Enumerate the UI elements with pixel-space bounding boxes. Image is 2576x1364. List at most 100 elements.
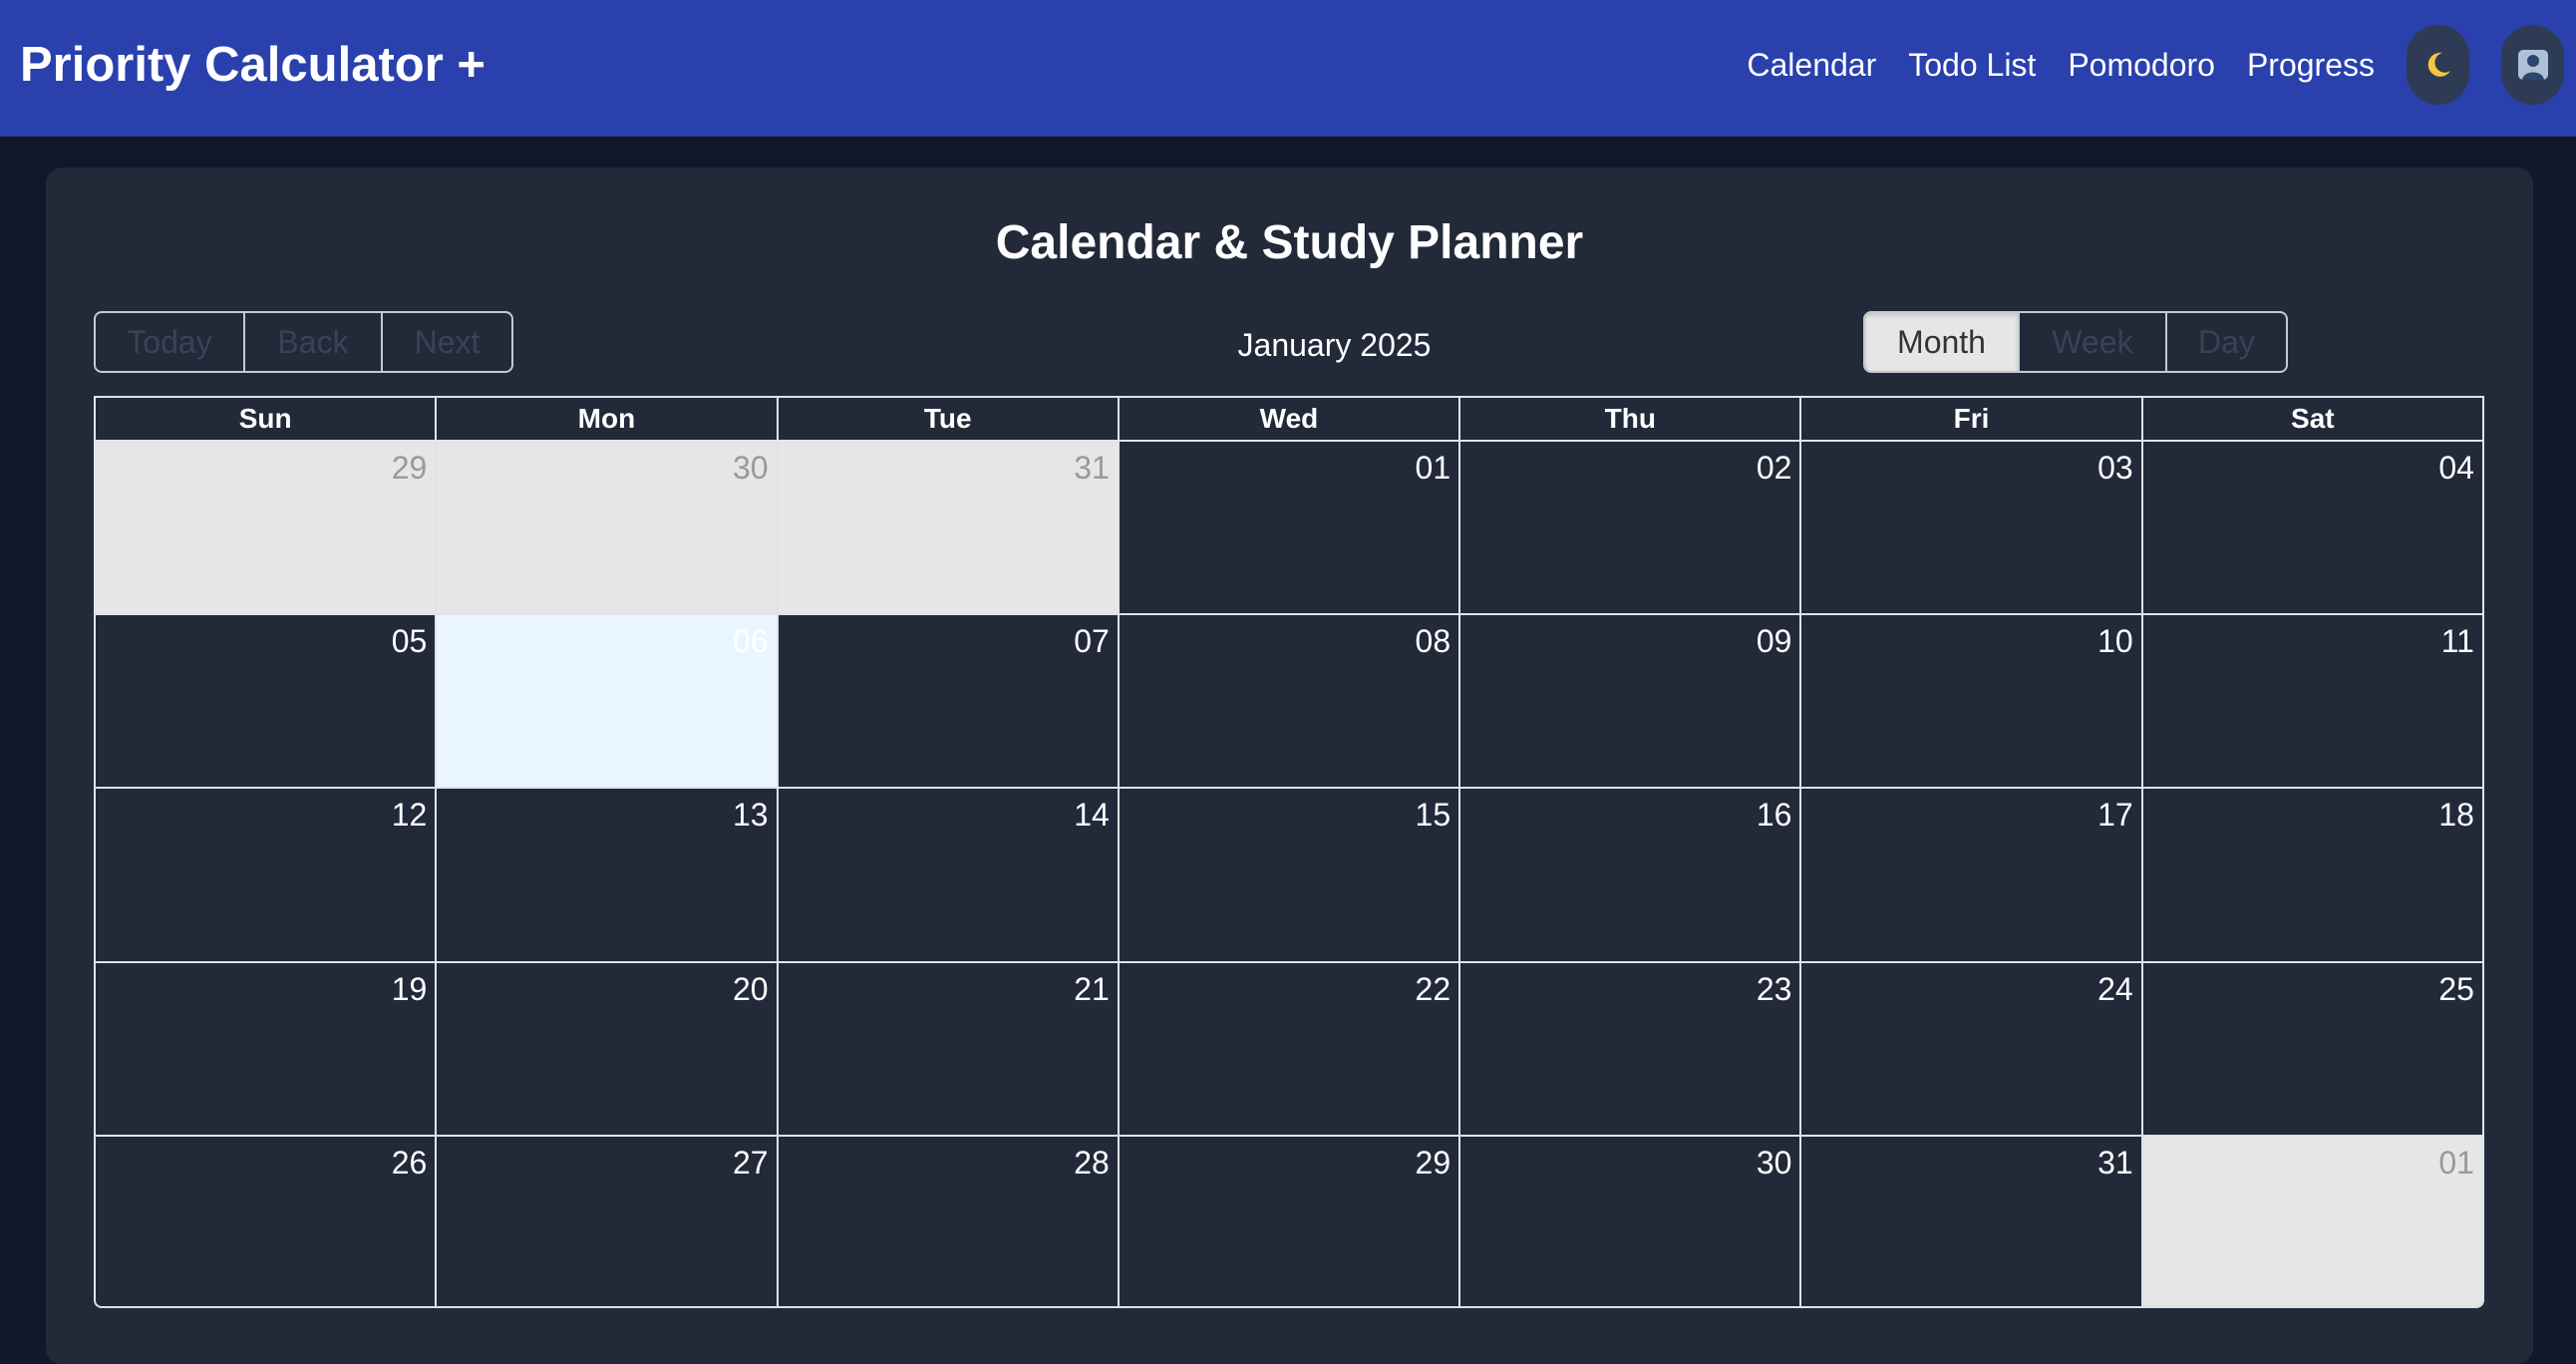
day-number[interactable]: 10: [2097, 623, 2133, 660]
day-cell[interactable]: 14: [779, 789, 1120, 961]
day-number[interactable]: 11: [2441, 623, 2474, 660]
day-number[interactable]: 20: [733, 971, 769, 1008]
day-cell[interactable]: 20: [437, 962, 779, 1135]
day-number[interactable]: 01: [1416, 450, 1451, 487]
calendar-body: 29 30 31 01 02 03 04 05 06 07 08 09 10 11 12 13 14 15 16 17…: [96, 442, 2482, 1306]
day-number[interactable]: 28: [1074, 1145, 1110, 1182]
day-number[interactable]: 29: [392, 450, 428, 487]
day-number[interactable]: 06: [733, 623, 769, 660]
day-cell[interactable]: 23: [1460, 962, 1802, 1135]
day-cell[interactable]: 03: [1801, 442, 2143, 614]
day-number[interactable]: 27: [733, 1145, 769, 1182]
day-number[interactable]: 12: [392, 797, 428, 834]
weekday-thu: Thu: [1460, 398, 1802, 440]
day-cell-today[interactable]: 06: [437, 615, 779, 788]
day-number[interactable]: 17: [2097, 797, 2133, 834]
month-grid: Sun Mon Tue Wed Thu Fri Sat 29 30 31 01 02 03…: [94, 396, 2484, 1308]
week-view-button[interactable]: Week: [2020, 313, 2167, 371]
day-number[interactable]: 02: [1757, 450, 1792, 487]
day-cell[interactable]: 13: [437, 789, 779, 961]
day-cell[interactable]: 04: [2143, 442, 2482, 613]
day-cell[interactable]: 19: [96, 962, 438, 1135]
day-cell[interactable]: 24: [1801, 962, 2143, 1135]
day-cell[interactable]: 29: [96, 442, 438, 614]
day-number[interactable]: 05: [392, 623, 428, 660]
day-cell[interactable]: 28: [779, 1136, 1120, 1306]
view-button-group: Month Week Day: [1863, 311, 2288, 373]
day-cell[interactable]: 09: [1460, 615, 1802, 788]
nav-link-todo-list[interactable]: Todo List: [1908, 47, 2036, 84]
day-cell[interactable]: 25: [2143, 963, 2482, 1135]
day-number[interactable]: 01: [2438, 1145, 2474, 1182]
weekday-sun: Sun: [96, 398, 438, 440]
day-cell[interactable]: 16: [1460, 789, 1802, 961]
day-number[interactable]: 31: [2097, 1145, 2133, 1182]
weekday-sat: Sat: [2291, 403, 2335, 434]
brand-title[interactable]: Priority Calculator +: [20, 0, 485, 130]
day-view-button[interactable]: Day: [2167, 313, 2286, 371]
day-cell[interactable]: 02: [1460, 442, 1802, 614]
day-number[interactable]: 14: [1074, 797, 1110, 834]
day-number[interactable]: 30: [1757, 1145, 1792, 1182]
day-cell[interactable]: 27: [437, 1136, 779, 1306]
next-button[interactable]: Next: [383, 313, 511, 371]
day-number[interactable]: 26: [392, 1145, 428, 1182]
day-cell[interactable]: 01: [2142, 1136, 2482, 1306]
week-row: 26 27 28 29 30 31 01: [96, 1136, 2482, 1306]
day-cell[interactable]: 18: [2143, 789, 2482, 960]
nav-link-calendar[interactable]: Calendar: [1747, 47, 1876, 84]
day-number[interactable]: 09: [1757, 623, 1792, 660]
day-number[interactable]: 24: [2097, 971, 2133, 1008]
day-number[interactable]: 30: [733, 450, 769, 487]
today-button[interactable]: Today: [96, 313, 245, 371]
month-view-button[interactable]: Month: [1865, 313, 2020, 371]
week-row: 05 06 07 08 09 10 11: [96, 615, 2482, 790]
user-icon: [2517, 50, 2548, 80]
day-cell[interactable]: 01: [1120, 442, 1461, 614]
theme-toggle-button[interactable]: [2407, 25, 2469, 105]
day-cell[interactable]: 12: [96, 789, 438, 961]
day-number[interactable]: 23: [1757, 971, 1792, 1008]
day-cell[interactable]: 17: [1801, 789, 2143, 961]
day-number[interactable]: 21: [1074, 971, 1110, 1008]
day-cell[interactable]: 30: [437, 442, 779, 614]
nav-link-progress[interactable]: Progress: [2247, 47, 2375, 84]
day-number[interactable]: 19: [392, 971, 428, 1008]
day-cell[interactable]: 15: [1120, 789, 1461, 961]
day-number[interactable]: 04: [2438, 450, 2474, 487]
day-number[interactable]: 22: [1416, 971, 1451, 1008]
nav-link-pomodoro[interactable]: Pomodoro: [2068, 47, 2215, 84]
day-cell[interactable]: 29: [1120, 1136, 1461, 1306]
day-cell[interactable]: 22: [1120, 962, 1461, 1135]
calendar-panel: Calendar & Study Planner Today Back Next…: [46, 168, 2533, 1364]
week-row: 29 30 31 01 02 03 04: [96, 442, 2482, 616]
back-button[interactable]: Back: [245, 313, 383, 371]
navigation-button-group: Today Back Next: [94, 311, 513, 373]
day-number[interactable]: 13: [733, 797, 769, 834]
day-cell[interactable]: 31: [1801, 1136, 2143, 1306]
week-row: 12 13 14 15 16 17 18: [96, 789, 2482, 963]
day-number[interactable]: 07: [1074, 623, 1110, 660]
day-number[interactable]: 08: [1416, 623, 1451, 660]
day-cell[interactable]: 11: [2143, 615, 2482, 787]
weekday-header: Sun Mon Tue Wed Thu Fri Sat: [96, 398, 2482, 442]
day-number[interactable]: 29: [1416, 1145, 1451, 1182]
day-cell[interactable]: 08: [1120, 615, 1461, 788]
weekday-fri: Fri: [1801, 398, 2143, 440]
day-number[interactable]: 15: [1416, 797, 1451, 834]
day-cell[interactable]: 21: [779, 962, 1120, 1135]
day-number[interactable]: 25: [2438, 971, 2474, 1008]
day-cell[interactable]: 31: [778, 442, 1120, 614]
day-number[interactable]: 18: [2438, 797, 2474, 834]
profile-button[interactable]: [2501, 25, 2564, 105]
day-cell[interactable]: 05: [96, 615, 438, 788]
day-cell[interactable]: 10: [1801, 615, 2143, 788]
day-number[interactable]: 03: [2097, 450, 2133, 487]
navbar: Priority Calculator + Calendar Todo List…: [0, 0, 2576, 137]
day-cell[interactable]: 26: [96, 1136, 438, 1306]
day-cell[interactable]: 07: [779, 615, 1120, 788]
day-cell[interactable]: 30: [1460, 1136, 1802, 1306]
weekday-tue: Tue: [779, 398, 1120, 440]
day-number[interactable]: 31: [1074, 450, 1110, 487]
day-number[interactable]: 16: [1757, 797, 1792, 834]
